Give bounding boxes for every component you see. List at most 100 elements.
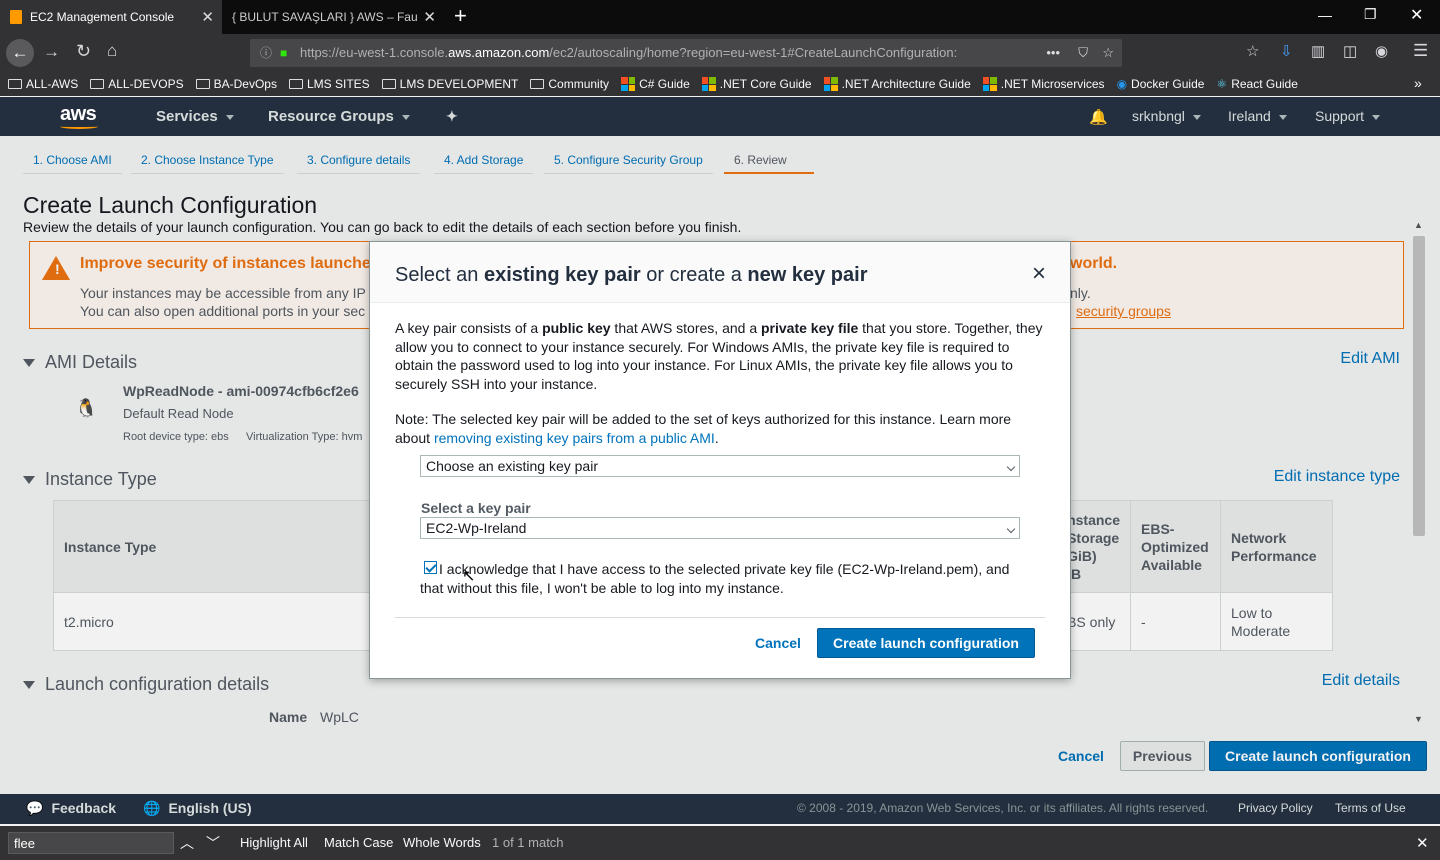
bookmark-label: .NET Core Guide [719,77,812,91]
bookmarks-menu-icon[interactable]: ☆ [1246,42,1259,60]
terms-of-use-link[interactable]: Terms of Use [1335,801,1406,815]
aws-top-nav: aws Services Resource Groups ✦ 🔔 srknbng… [0,97,1440,136]
close-window-icon[interactable]: ✕ [1410,5,1423,25]
dialog-header: Select an existing key pair or create a … [370,242,1070,303]
folder-icon [8,79,22,89]
account-icon[interactable]: ◉ [1375,42,1388,60]
bookmark-star-icon[interactable]: ☆ [1102,39,1114,67]
services-menu[interactable]: Services [156,108,234,125]
region-menu[interactable]: Ireland [1228,108,1287,124]
back-icon[interactable]: ← [6,39,34,67]
new-tab-button[interactable]: + [454,3,467,29]
forward-icon[interactable]: → [43,42,60,62]
bookmark-item[interactable]: ◉ Docker Guide [1117,77,1205,91]
dialog-title: Select an existing key pair or create a … [395,264,868,286]
close-tab-icon[interactable]: ✕ [201,8,214,26]
aws-logo[interactable]: aws [60,103,97,126]
microsoft-icon [823,77,838,91]
bookmark-item[interactable]: LMS DEVELOPMENT [381,77,519,91]
console-footer: 💬 Feedback 🌐 English (US) © 2008 - 2019, A… [0,794,1440,824]
notifications-bell-icon[interactable]: 🔔 [1089,108,1108,126]
docker-icon: ◉ [1116,77,1128,91]
bookmark-label: ALL-AWS [26,77,79,91]
reload-icon[interactable]: ↻ [76,41,91,62]
acknowledge-label: I acknowledge that I have access to the … [420,561,1010,596]
account-menu[interactable]: srknbngl [1132,108,1201,124]
bookmark-label: Community [548,77,610,91]
bookmark-label: LMS SITES [306,77,370,91]
more-bookmarks-icon[interactable]: » [1414,75,1422,91]
microsoft-icon [982,77,997,91]
info-icon[interactable]: ⓘ [260,39,272,67]
library-icon[interactable]: ▥ [1311,42,1325,60]
bookmark-item[interactable]: BA-DevOps [195,77,277,91]
highlight-all-toggle[interactable]: Highlight All [240,835,308,850]
bookmark-item[interactable]: ALL-DEVOPS [90,77,184,91]
feedback-link[interactable]: 💬 Feedback [26,800,116,817]
bookmark-item[interactable]: C# Guide [621,77,690,91]
tab-bulut-savaslari[interactable]: { BULUT SAVAŞLARI } AWS – Fault T ✕ [222,0,444,34]
bookmark-item[interactable]: ALL-AWS [8,77,78,91]
dialog-create-button[interactable]: Create launch configuration [817,628,1035,658]
bookmark-label: C# Guide [639,77,690,91]
key-pair-mode-select[interactable]: Choose an existing key pair [420,455,1020,477]
select-key-pair-label: Select a key pair [421,500,531,516]
sidebar-icon[interactable]: ◫ [1343,42,1357,60]
page-actions-icon[interactable]: ••• [1040,39,1060,67]
resource-groups-menu[interactable]: Resource Groups [268,108,410,125]
bookmark-item[interactable]: ⚛ React Guide [1216,77,1297,91]
find-input[interactable] [8,832,174,854]
key-pair-dialog: Select an existing key pair or create a … [369,241,1071,679]
find-next-icon[interactable]: ﹀ [206,833,220,853]
bookmark-label: Docker Guide [1131,77,1205,91]
dialog-divider [395,617,1045,618]
bookmark-label: .NET Microservices [1000,77,1105,91]
dialog-cancel-link[interactable]: Cancel [755,635,801,651]
bookmark-item[interactable]: .NET Architecture Guide [823,77,971,91]
close-icon[interactable]: × [1032,262,1046,286]
pocket-icon[interactable]: ⛉ [1078,39,1088,67]
react-icon: ⚛ [1216,77,1228,91]
find-previous-icon[interactable]: ︿ [180,833,194,853]
removing-key-pairs-link[interactable]: removing existing key pairs from a publi… [434,430,715,446]
url-prefix: https://eu-west-1.console. [300,45,449,60]
bookmark-item[interactable]: .NET Microservices [982,77,1105,91]
url-bar[interactable]: ⓘ ■ https://eu-west-1.console.aws.amazon… [250,39,1122,67]
menu-icon[interactable]: ☰ [1413,41,1428,61]
minimize-icon[interactable]: — [1318,7,1332,23]
bookmarks-toolbar: ALL-AWS ALL-DEVOPS BA-DevOps LMS SITES LMS D… [0,72,1440,96]
match-case-toggle[interactable]: Match Case [324,835,393,850]
close-tab-icon[interactable]: ✕ [423,8,436,26]
mouse-cursor-icon: ↖ [462,568,476,585]
language-selector[interactable]: 🌐 English (US) [143,800,252,817]
bookmark-label: React Guide [1231,77,1298,91]
privacy-policy-link[interactable]: Privacy Policy [1238,801,1313,815]
bookmark-item[interactable]: Community [530,77,609,91]
bookmark-label: ALL-DEVOPS [108,77,184,91]
folder-icon [288,79,303,89]
folder-icon [195,79,210,89]
microsoft-icon [621,77,636,91]
pin-icon[interactable]: ✦ [446,108,458,125]
url-path: /ec2/autoscaling/home?region=eu-west-1#C… [549,45,958,60]
home-icon[interactable]: ⌂ [107,41,117,61]
chevron-down-icon [1006,524,1016,534]
lock-icon: ■ [280,46,288,60]
whole-words-toggle[interactable]: Whole Words [403,835,481,850]
aws-favicon-icon [10,10,22,24]
tab-ec2-console[interactable]: EC2 Management Console ✕ [0,0,222,34]
aws-smile-icon [60,124,98,129]
bookmark-label: .NET Architecture Guide [841,77,971,91]
support-menu[interactable]: Support [1315,108,1381,124]
bookmark-label: LMS DEVELOPMENT [399,77,519,91]
url-domain: aws.amazon.com [448,45,550,60]
restore-icon[interactable]: ❐ [1364,6,1377,23]
bookmark-item[interactable]: .NET Core Guide [701,77,812,91]
downloads-icon[interactable]: ⇩ [1280,42,1293,60]
tab-title: { BULUT SAVAŞLARI } AWS – Fault T [232,10,417,24]
dialog-note: Note: The selected key pair will be adde… [395,411,1012,446]
close-find-bar-icon[interactable]: ✕ [1416,834,1429,852]
copyright-text: © 2008 - 2019, Amazon Web Services, Inc.… [797,801,1209,815]
key-pair-select[interactable]: EC2-Wp-Ireland [420,517,1020,539]
bookmark-item[interactable]: LMS SITES [288,77,370,91]
